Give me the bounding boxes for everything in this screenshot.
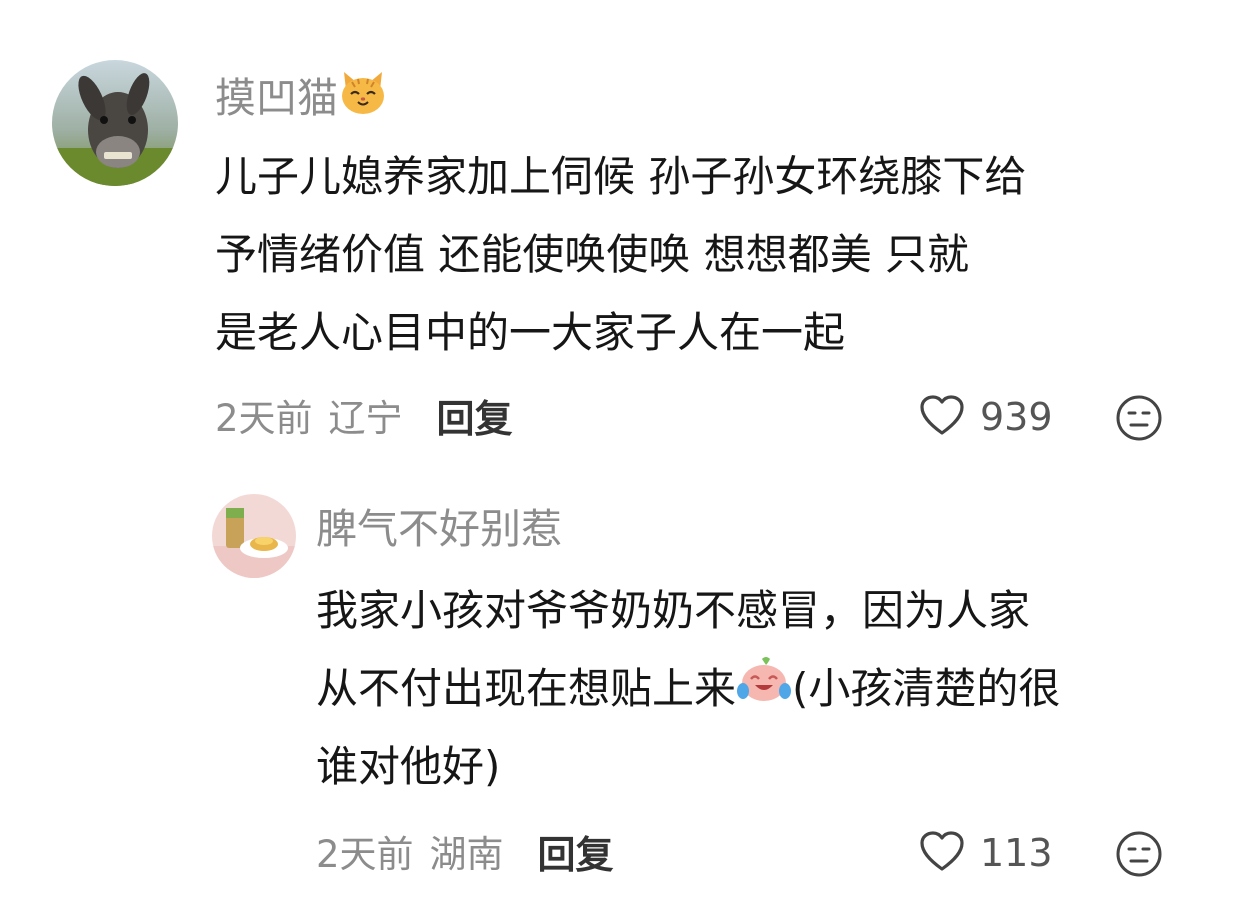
- like-button[interactable]: 113: [918, 828, 1053, 878]
- comment-location: 辽宁: [328, 397, 403, 440]
- reply-button[interactable]: 回复: [437, 388, 513, 443]
- like-count: 939: [980, 395, 1053, 439]
- avatar[interactable]: [212, 494, 296, 578]
- neutral-face-icon[interactable]: [1114, 829, 1164, 883]
- username[interactable]: 脾气不好别惹: [316, 504, 562, 554]
- comment-time: 2天前: [215, 397, 313, 440]
- comment-text: 我家小孩对爷爷奶奶不感冒，因为人家 从不付出现在想贴上来 (小孩清楚的很 谁对他…: [316, 572, 1206, 806]
- food-avatar-image: [212, 494, 296, 578]
- comment-line-part: 从不付出现在想贴上来: [316, 664, 737, 713]
- comment-line: 予情绪价值 还能使唤使唤 想想都美 只就: [215, 230, 970, 279]
- reply-comment-item: 脾气不好别惹 我家小孩对爷爷奶奶不感冒，因为人家 从不付出现在想贴上来 (小孩清…: [0, 480, 1239, 915]
- username-text: 脾气不好别惹: [316, 505, 562, 553]
- heart-outline-icon: [918, 393, 966, 441]
- comment-line: 从不付出现在想贴上来 (小孩清楚的很: [316, 650, 1206, 728]
- avatar[interactable]: [52, 60, 178, 186]
- comment-location: 湖南: [429, 833, 504, 876]
- comment-line: 是老人心目中的一大家子人在一起: [215, 308, 846, 357]
- like-count: 113: [980, 831, 1053, 875]
- username[interactable]: 摸凹猫: [215, 68, 388, 127]
- neutral-face-icon[interactable]: [1114, 393, 1164, 447]
- comment-line: 我家小孩对爷爷奶奶不感冒，因为人家: [316, 586, 1031, 635]
- comment-time: 2天前: [316, 833, 414, 876]
- comment-line: 谁对他好): [316, 742, 501, 791]
- donkey-avatar-image: [52, 60, 178, 186]
- laughing-tears-emoji-icon: [736, 650, 792, 728]
- comment-item: 摸凹猫 儿子儿媳养家加上伺候 孙子孙女环绕膝下给 予情绪价值 还能使唤使唤 想想…: [0, 0, 1239, 460]
- username-text: 摸凹猫: [215, 73, 338, 122]
- comment-text: 儿子儿媳养家加上伺候 孙子孙女环绕膝下给 予情绪价值 还能使唤使唤 想想都美 只…: [215, 138, 1205, 372]
- like-button[interactable]: 939: [918, 392, 1053, 442]
- comment-meta: 2天前 湖南 回复: [316, 824, 614, 879]
- comment-line-part: (小孩清楚的很: [792, 664, 1061, 713]
- cat-face-emoji-icon: [338, 68, 388, 127]
- comment-line: 儿子儿媳养家加上伺候 孙子孙女环绕膝下给: [215, 152, 1027, 201]
- reply-button[interactable]: 回复: [538, 824, 614, 879]
- heart-outline-icon: [918, 829, 966, 877]
- comment-meta: 2天前 辽宁 回复: [215, 388, 513, 443]
